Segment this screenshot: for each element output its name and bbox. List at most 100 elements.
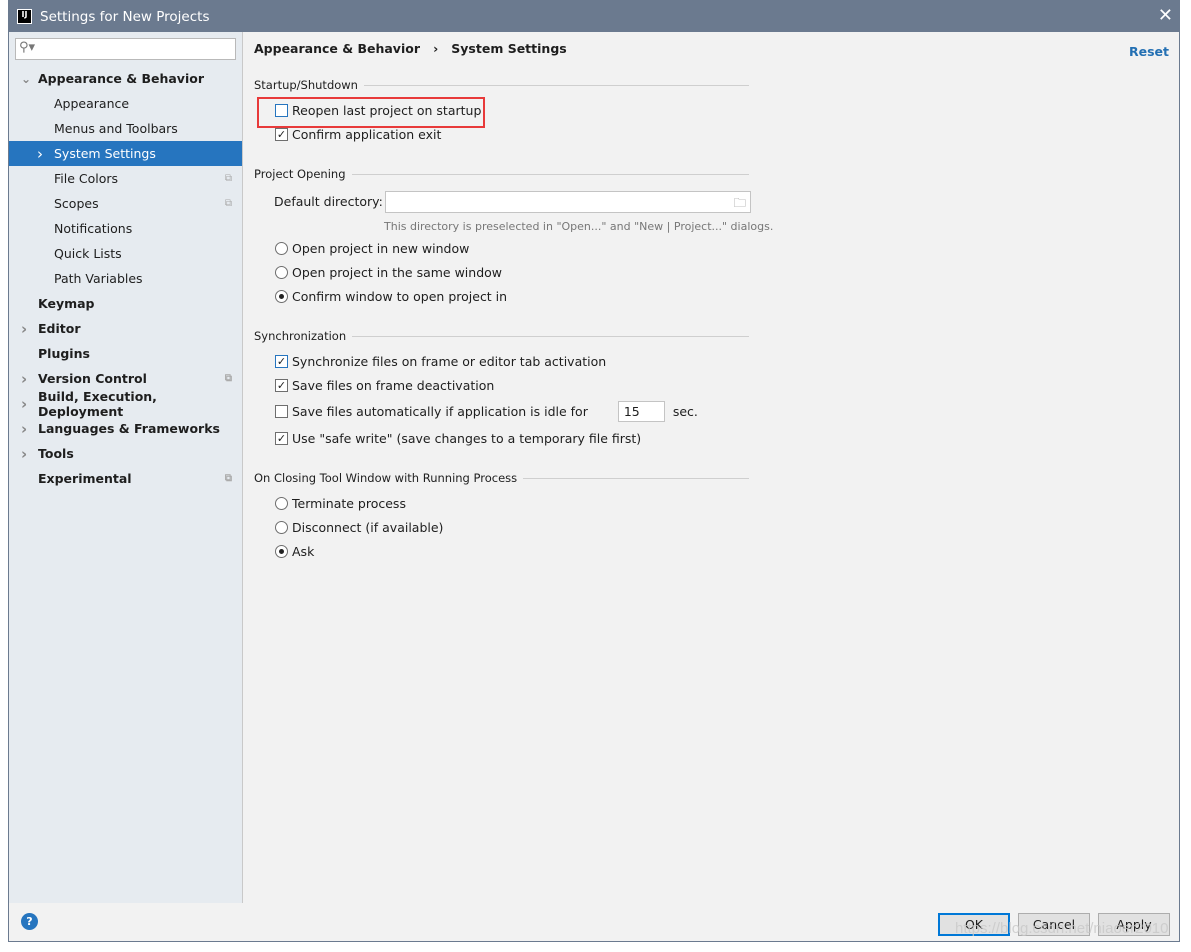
- sidebar-item[interactable]: › Build, Execution, Deployment: [9, 388, 242, 419]
- save-on-deactivation-checkbox[interactable]: ✓ Save files on frame deactivation: [275, 378, 494, 393]
- radio-terminate[interactable]: Terminate process: [275, 496, 406, 511]
- sidebar-item-label: Plugins: [38, 346, 90, 361]
- copy-icon: ⧉: [224, 173, 232, 184]
- sidebar-item[interactable]: Scopes ⧉: [9, 191, 242, 216]
- checkbox-checked[interactable]: ✓: [275, 355, 288, 368]
- radio-confirm-window[interactable]: Confirm window to open project in: [275, 289, 507, 304]
- default-directory-input[interactable]: 🗀: [385, 191, 751, 213]
- sidebar-item[interactable]: File Colors ⧉: [9, 166, 242, 191]
- label: Confirm application exit: [292, 127, 442, 142]
- radio-disconnect[interactable]: Disconnect (if available): [275, 520, 443, 535]
- help-icon[interactable]: ?: [21, 913, 38, 930]
- chevron-down-icon[interactable]: ⌄: [21, 72, 31, 86]
- radio[interactable]: [275, 521, 288, 534]
- sidebar-item-label: Languages & Frameworks: [38, 421, 220, 436]
- search-input[interactable]: ⚲▾: [15, 38, 236, 60]
- reopen-checkbox[interactable]: Reopen last project on startup: [275, 103, 481, 118]
- sidebar-item[interactable]: Notifications: [9, 216, 242, 241]
- checkbox-checked[interactable]: ✓: [275, 432, 288, 445]
- checkbox-checked[interactable]: ✓: [275, 379, 288, 392]
- reset-link[interactable]: Reset: [1129, 44, 1169, 59]
- sidebar-item-label: Quick Lists: [54, 246, 122, 261]
- idle-seconds-input[interactable]: 15: [617, 401, 665, 422]
- label: Disconnect (if available): [292, 520, 444, 535]
- group-title: Startup/Shutdown: [254, 78, 358, 92]
- copy-icon: ⧉: [224, 198, 232, 209]
- radio-selected[interactable]: [275, 290, 288, 303]
- radio-ask[interactable]: Ask: [275, 544, 314, 559]
- sidebar-item[interactable]: ⌄ Appearance & Behavior: [9, 66, 242, 91]
- group-startup: Startup/Shutdown: [254, 78, 749, 92]
- breadcrumb-separator: ›: [433, 41, 439, 56]
- group-closing: On Closing Tool Window with Running Proc…: [254, 471, 749, 485]
- close-icon[interactable]: ✕: [1158, 5, 1173, 26]
- group-title: Project Opening: [254, 167, 346, 181]
- radio[interactable]: [275, 266, 288, 279]
- breadcrumb-current: System Settings: [451, 41, 567, 56]
- save-on-idle-checkbox[interactable]: Save files automatically if application …: [275, 401, 698, 422]
- chevron-right-icon[interactable]: ›: [21, 370, 27, 388]
- group-project-opening: Project Opening: [254, 167, 749, 181]
- sidebar-item[interactable]: Appearance: [9, 91, 242, 116]
- sidebar-item-label: Experimental: [38, 471, 132, 486]
- window-title: Settings for New Projects: [40, 8, 210, 25]
- sidebar-item-label: Tools: [38, 446, 74, 461]
- radio-selected[interactable]: [275, 545, 288, 558]
- sidebar-item[interactable]: Keymap: [9, 291, 242, 316]
- copy-icon: ⧉: [224, 473, 232, 484]
- checkbox-checked[interactable]: ✓: [275, 128, 288, 141]
- sidebar-item-label: Appearance: [54, 96, 130, 111]
- sidebar-item[interactable]: › Languages & Frameworks: [9, 416, 242, 441]
- sidebar-item[interactable]: Path Variables: [9, 266, 242, 291]
- label: Open project in new window: [292, 241, 470, 256]
- radio-new-window[interactable]: Open project in new window: [275, 241, 469, 256]
- sidebar-item[interactable]: › Tools: [9, 441, 242, 466]
- sidebar-item-label: Menus and Toolbars: [54, 121, 178, 136]
- sidebar-item-label: Notifications: [54, 221, 133, 236]
- sidebar-item-label: File Colors: [54, 171, 119, 186]
- safe-write-checkbox[interactable]: ✓ Use "safe write" (save changes to a tem…: [275, 431, 641, 446]
- settings-dialog: IJ Settings for New Projects ✕ ⚲▾ ⌄ Appea…: [8, 0, 1180, 942]
- default-directory-label: Default directory:: [274, 194, 383, 209]
- chevron-right-icon[interactable]: ›: [21, 395, 27, 413]
- folder-icon[interactable]: 🗀: [733, 194, 746, 215]
- chevron-right-icon[interactable]: ›: [37, 145, 43, 163]
- sidebar-item[interactable]: Plugins: [9, 341, 242, 366]
- sidebar-item[interactable]: Menus and Toolbars: [9, 116, 242, 141]
- radio-same-window[interactable]: Open project in the same window: [275, 265, 502, 280]
- sidebar-item-label: Build, Execution, Deployment: [38, 388, 157, 419]
- checkbox-unchecked[interactable]: [275, 405, 288, 418]
- unit-label: sec.: [672, 404, 698, 419]
- label: Save files automatically if application …: [292, 404, 588, 419]
- group-synchronization: Synchronization: [254, 329, 749, 343]
- sidebar-item-label: Keymap: [38, 296, 95, 311]
- intellij-logo-icon: IJ: [17, 9, 32, 24]
- sidebar-item[interactable]: › Version Control ⧉: [9, 366, 242, 391]
- label: Save files on frame deactivation: [292, 378, 495, 393]
- breadcrumb-parent[interactable]: Appearance & Behavior: [254, 41, 420, 56]
- sidebar-item-label: Path Variables: [54, 271, 143, 286]
- sidebar-item[interactable]: › System Settings: [9, 141, 242, 166]
- confirm-exit-checkbox[interactable]: ✓ Confirm application exit: [275, 127, 441, 142]
- sidebar-item[interactable]: Quick Lists: [9, 241, 242, 266]
- sync-on-activation-checkbox[interactable]: ✓ Synchronize files on frame or editor ta…: [275, 354, 606, 369]
- checkbox-unchecked[interactable]: [275, 104, 288, 117]
- label: Confirm window to open project in: [292, 289, 508, 304]
- breadcrumb: Appearance & Behavior › System Settings: [254, 41, 567, 56]
- sidebar-item-label: System Settings: [54, 146, 156, 161]
- label: Terminate process: [292, 496, 406, 511]
- sidebar-item[interactable]: › Editor: [9, 316, 242, 341]
- radio[interactable]: [275, 242, 288, 255]
- search-icon: ⚲▾: [19, 40, 36, 55]
- chevron-right-icon[interactable]: ›: [21, 320, 27, 338]
- sidebar-item[interactable]: Experimental ⧉: [9, 466, 242, 491]
- main-panel: Appearance & Behavior › System Settings …: [254, 32, 1179, 903]
- chevron-right-icon[interactable]: ›: [21, 420, 27, 438]
- label: Synchronize files on frame or editor tab…: [292, 354, 607, 369]
- group-title: Synchronization: [254, 329, 347, 343]
- label: Reopen last project on startup: [292, 103, 482, 118]
- group-title: On Closing Tool Window with Running Proc…: [254, 471, 518, 485]
- radio[interactable]: [275, 497, 288, 510]
- chevron-right-icon[interactable]: ›: [21, 445, 27, 463]
- label: Open project in the same window: [292, 265, 503, 280]
